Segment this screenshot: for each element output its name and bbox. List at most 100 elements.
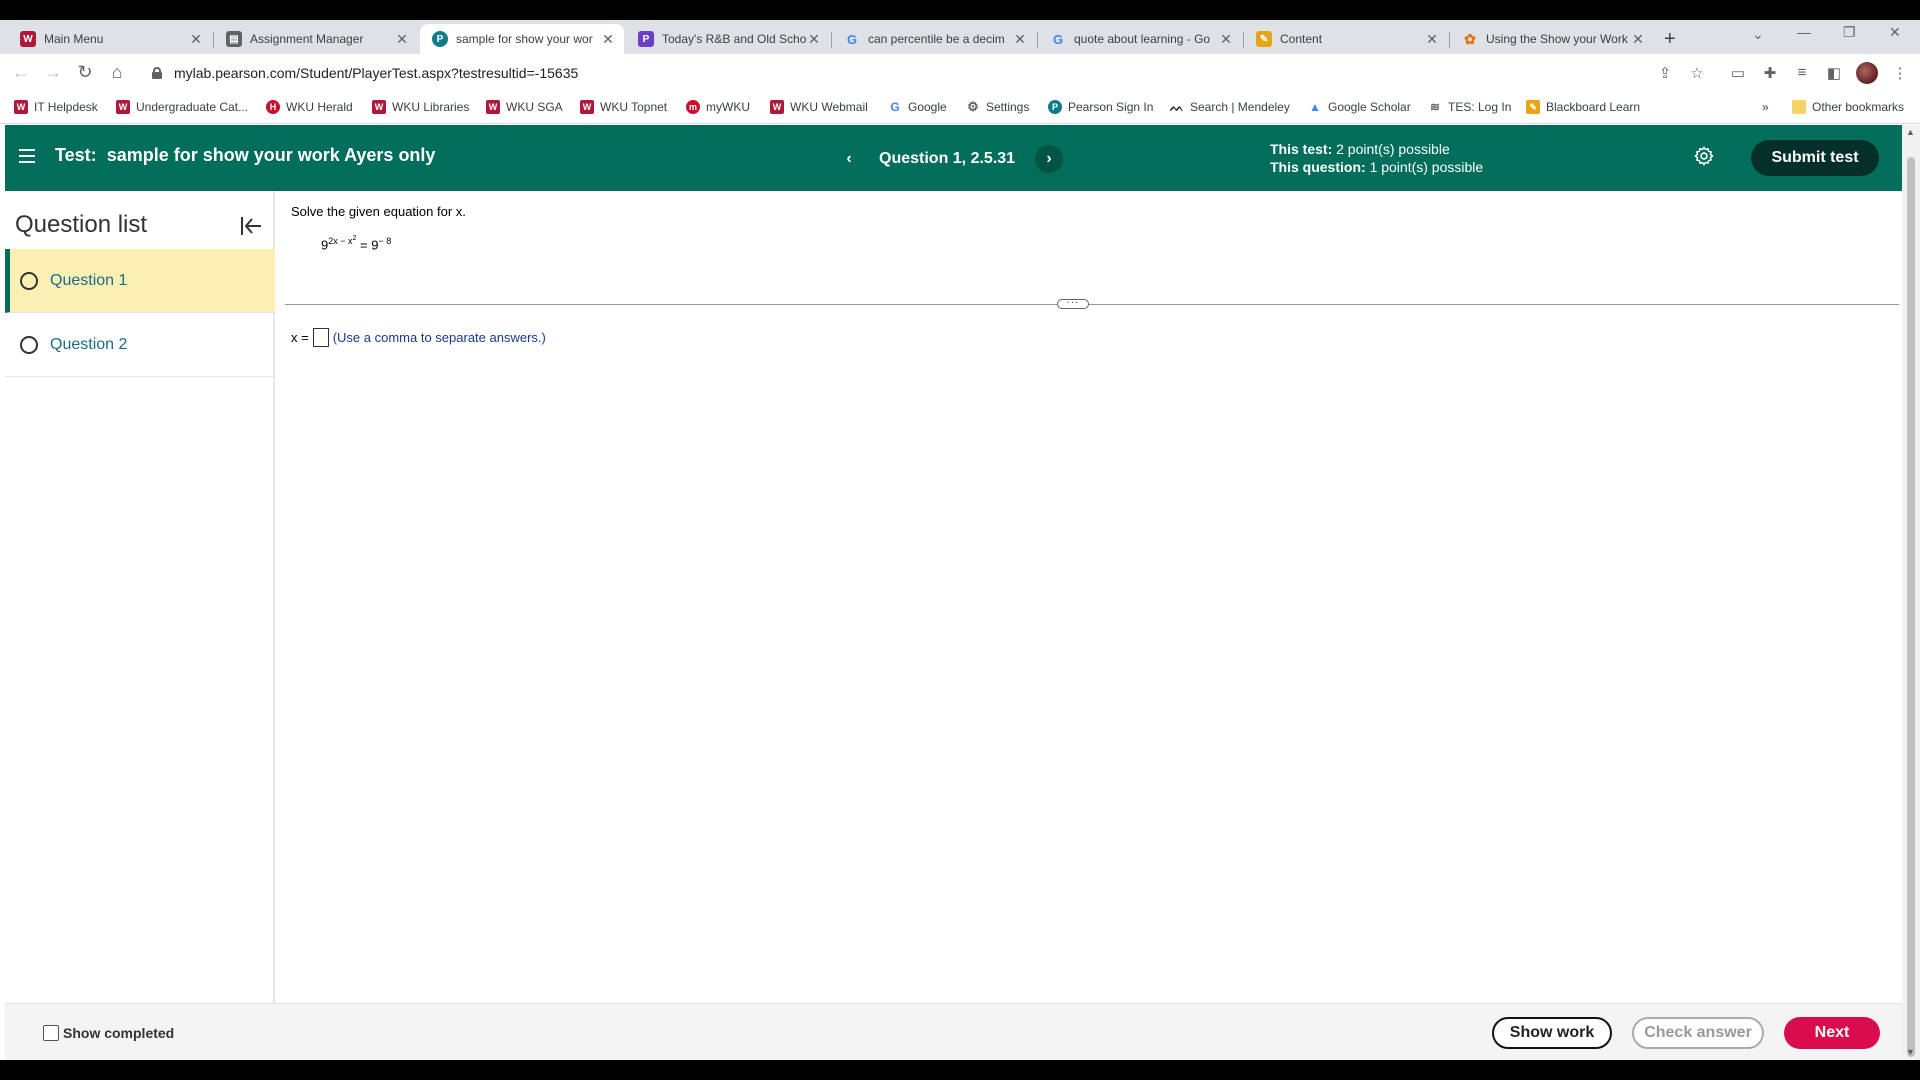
bookmarks-overflow[interactable]: » [1762,100,1769,114]
close-icon[interactable]: ✕ [188,31,204,48]
close-icon[interactable]: ✕ [806,31,822,48]
submit-test-button[interactable]: Submit test [1751,140,1879,176]
new-tab-icon[interactable]: + [1664,28,1676,51]
hamburger-menu-icon[interactable] [19,149,35,163]
check-answer-button[interactable]: Check answer [1632,1017,1764,1049]
other-bookmarks[interactable]: Other bookmarks [1792,100,1904,114]
question-list-label: Question 1 [50,271,128,289]
bookmark-settings[interactable]: ⚙ Settings [966,99,1030,114]
bookmark-google-scholar[interactable]: ▲ Google Scholar [1308,100,1411,114]
bookmark-wku-libraries[interactable]: W WKU Libraries [372,100,469,114]
bookmark-google[interactable]: G Google [888,100,947,114]
address-bar[interactable]: mylab.pearson.com/Student/PlayerTest.asp… [144,59,1644,87]
reader-icon[interactable]: ▭ [1728,64,1748,82]
close-icon[interactable]: ✕ [1218,31,1234,48]
tab-search-icon[interactable]: ⌄ [1752,26,1764,43]
close-window-icon[interactable]: ✕ [1889,24,1901,41]
wku-icon: W [372,100,386,114]
answer-input[interactable] [312,328,329,347]
close-icon[interactable]: ✕ [394,31,410,48]
bookmark-label: Blackboard Learn [1546,100,1641,114]
bookmark-wku-topnet[interactable]: W WKU Topnet [580,100,667,114]
show-completed-toggle[interactable]: Show completed [43,1025,174,1041]
next-button[interactable]: Next [1784,1017,1880,1049]
tab-assignment-manager[interactable]: ▤ Assignment Manager ✕ [214,24,418,54]
question-list-item-2[interactable]: Question 2 [5,313,275,377]
lock-icon [152,67,162,79]
restore-icon[interactable]: ❐ [1843,24,1856,41]
tab-sample-test[interactable]: P sample for show your wor ✕ [420,24,624,54]
star-icon[interactable]: ☆ [1687,64,1707,82]
tab-google-quote[interactable]: G quote about learning - Go ✕ [1038,24,1242,54]
bookmark-label: WKU Libraries [392,100,470,114]
question-navigator: ‹ Question 1, 2.5.31 › [835,145,1064,173]
equation-exponent-power: 2 [352,235,357,242]
tab-title: Using the Show your Work [1486,32,1628,46]
bookmark-label: Settings [986,100,1030,114]
bookmark-label: WKU Herald [286,100,353,114]
bookmark-mendeley[interactable]: ᨓ Search | Mendeley [1170,100,1290,115]
tab-pandora[interactable]: P Today's R&B and Old Scho ✕ [626,24,830,54]
tab-title: Today's R&B and Old Scho [662,32,806,46]
overflow-chevron-icon: » [1762,100,1769,114]
reload-icon[interactable]: ↻ [74,62,96,83]
media-icon[interactable]: ≡ [1792,64,1812,81]
close-icon[interactable]: ✕ [600,31,616,48]
bookmark-mywku[interactable]: m myWKU [686,100,750,114]
profile-avatar[interactable] [1856,62,1878,84]
close-icon[interactable]: ✕ [1012,31,1028,48]
browser-window: W Main Menu ✕ ▤ Assignment Manager ✕ P s… [0,20,1920,1060]
bookmark-it-helpdesk[interactable]: W IT Helpdesk [14,100,98,114]
browser-toolbar: ← → ↻ ⌂ mylab.pearson.com/Student/Player… [0,54,1920,92]
question-list-item-1[interactable]: Question 1 [5,249,275,313]
bookmark-blackboard[interactable]: ✎ Blackboard Learn [1526,100,1640,114]
bookmark-label: Google [908,100,947,114]
bookmark-pearson-sign-in[interactable]: P Pearson Sign In [1048,100,1153,114]
tab-google-percentile[interactable]: G can percentile be a decim ✕ [832,24,1036,54]
answer-hint: (Use a comma to separate answers.) [332,330,546,345]
status-circle-icon [20,271,38,290]
wku-icon: W [14,100,28,114]
bookmark-wku-webmail[interactable]: W WKU Webmail [770,100,868,114]
page-scrollbar[interactable]: ▲ ▼ [1902,125,1920,1060]
share-icon[interactable]: ⇪ [1655,64,1675,82]
bookmark-label: WKU Topnet [600,100,668,114]
tab-title: can percentile be a decim [868,32,1005,46]
wku-icon: W [580,100,594,114]
close-icon[interactable]: ✕ [1630,31,1646,48]
close-icon[interactable]: ✕ [1424,31,1440,48]
extensions-icon[interactable]: ✚ [1760,64,1780,82]
minimize-icon[interactable]: — [1797,24,1811,40]
show-completed-checkbox[interactable] [43,1025,59,1041]
tab-show-your-work[interactable]: ✿ Using the Show your Work ✕ [1450,24,1654,54]
bookmark-undergraduate[interactable]: W Undergraduate Cat... [116,100,248,114]
side-panel-icon[interactable]: ◧ [1824,64,1844,82]
bookmark-tes[interactable]: ≋ TES: Log In [1428,100,1511,114]
settings-gear-icon[interactable] [1693,145,1715,167]
show-work-button[interactable]: Show work [1492,1017,1612,1049]
wku-icon: W [20,31,36,47]
menu-icon[interactable]: ⋮ [1890,64,1910,82]
home-icon[interactable]: ⌂ [106,62,128,83]
bookmark-label: Pearson Sign In [1068,100,1154,114]
scroll-up-icon[interactable]: ▲ [1906,127,1915,137]
scroll-down-icon[interactable]: ▼ [1906,1047,1915,1057]
back-icon[interactable]: ← [10,62,32,83]
collapse-panel-icon[interactable] [239,215,263,237]
test-points-value: 2 point(s) possible [1336,141,1450,157]
question-points-value: 1 point(s) possible [1369,159,1484,175]
bookmark-wku-herald[interactable]: H WKU Herald [266,100,353,114]
equation-exponent: 2x − x [328,236,353,246]
next-question-icon[interactable]: › [1035,145,1064,173]
bookmark-wku-sga[interactable]: W WKU SGA [486,100,563,114]
show-completed-label: Show completed [63,1025,175,1041]
pane-resize-handle[interactable]: ··· [1057,298,1089,309]
test-points-label: This test: [1270,141,1333,157]
bookmark-label: Undergraduate Cat... [136,100,249,114]
tab-content[interactable]: ✎ Content ✕ [1244,24,1448,54]
tab-main-menu[interactable]: W Main Menu ✕ [8,24,212,54]
forward-icon[interactable]: → [42,62,64,83]
previous-question-icon[interactable]: ‹ [835,145,863,173]
scrollbar-thumb[interactable] [1907,157,1915,1057]
equation-rhs-exponent: − 8 [378,236,392,246]
